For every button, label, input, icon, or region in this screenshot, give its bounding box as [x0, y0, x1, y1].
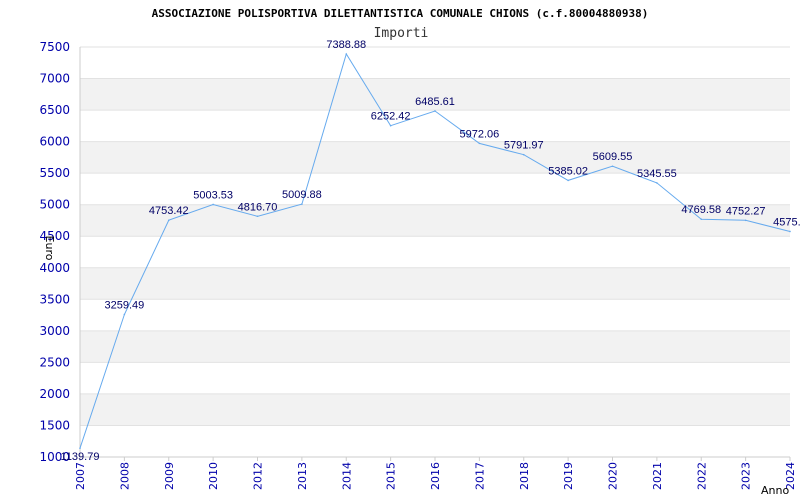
x-tick-label: 2007: [74, 462, 87, 490]
grid-band: [80, 330, 790, 363]
x-tick-label: 2014: [340, 462, 353, 490]
x-tick-label: 2015: [385, 462, 398, 490]
data-label: 5385.02: [548, 165, 588, 177]
y-tick-label: 4000: [39, 261, 70, 275]
data-label: 4816.70: [238, 201, 278, 213]
data-point: [567, 179, 569, 182]
data-label: 6252.42: [371, 111, 411, 123]
x-tick-labels: 2007 2008 2009 2010 2012 2013 2014 2015 2016 2017…: [74, 457, 797, 490]
y-tick-label: 2500: [39, 355, 70, 369]
data-point: [79, 447, 81, 449]
data-point: [611, 165, 614, 168]
series-line: [79, 52, 791, 449]
x-tick-label: 2017: [473, 462, 486, 490]
data-point: [301, 203, 303, 205]
data-label: 4769.58: [681, 204, 721, 216]
chart-title: ASSOCIAZIONE POLISPORTIVA DILETTANTISTIC…: [152, 7, 649, 20]
grid-band: [80, 141, 790, 174]
data-label: 1139.79: [61, 451, 100, 463]
line-chart: 1000150020002500300035004000450050005500…: [39, 7, 800, 497]
data-point: [522, 153, 525, 156]
data-point: [345, 53, 348, 55]
chart-subtitle: Importi: [374, 26, 429, 41]
x-tick-label: 2012: [252, 462, 265, 490]
data-label: 5003.53: [193, 189, 233, 201]
data-label: 4753.42: [149, 205, 189, 217]
data-label: 5972.06: [459, 128, 499, 140]
data-label: 3259.49: [104, 299, 144, 311]
data-point: [256, 215, 259, 218]
x-tick-label: 2009: [163, 462, 176, 490]
data-label: 5609.55: [593, 151, 633, 163]
data-label: 5345.55: [637, 168, 677, 180]
x-tick-label: 2010: [207, 462, 220, 490]
data-point: [167, 219, 170, 222]
data-point: [656, 182, 658, 184]
y-axis-label: Euro: [43, 236, 56, 261]
data-label: 5791.97: [504, 140, 544, 152]
data-label: 5009.88: [282, 189, 322, 201]
x-tick-label: 2008: [118, 462, 131, 490]
y-tick-label: 3500: [39, 292, 70, 306]
data-point: [123, 313, 126, 316]
data-point: [212, 203, 214, 206]
grid-bands: [80, 78, 790, 426]
y-tick-label: 5000: [39, 198, 70, 212]
x-tick-label: 2020: [607, 462, 620, 490]
y-tick-label: 5500: [39, 166, 70, 180]
data-point: [434, 110, 436, 112]
data-point: [789, 230, 791, 233]
x-tick-label: 2016: [429, 462, 442, 490]
data-label: 4752.27: [726, 205, 766, 217]
x-tick-label: 2013: [296, 462, 309, 490]
x-tick-label: 2019: [562, 462, 575, 490]
y-tick-label: 7000: [39, 72, 70, 86]
data-label: 4575.4: [773, 216, 800, 228]
data-point: [389, 124, 392, 127]
y-tick-label: 6500: [39, 103, 70, 117]
x-axis-label: Anno: [761, 484, 789, 497]
data-label: 7388.88: [326, 39, 366, 51]
x-tick-label: 2018: [518, 462, 531, 490]
x-tick-label: 2023: [740, 462, 753, 490]
grid-band: [80, 393, 790, 426]
y-tick-label: 7500: [39, 40, 70, 54]
data-label: 6485.61: [415, 96, 455, 108]
y-tick-label: 6000: [39, 135, 70, 149]
x-tick-label: 2022: [695, 462, 708, 490]
data-point: [700, 218, 703, 221]
grid-band: [80, 267, 790, 300]
y-tick-label: 2000: [39, 387, 70, 401]
data-point: [478, 142, 481, 145]
y-tick-label: 1500: [39, 418, 70, 432]
data-point: [744, 219, 747, 222]
y-tick-label: 3000: [39, 324, 70, 338]
x-tick-label: 2021: [651, 462, 664, 490]
